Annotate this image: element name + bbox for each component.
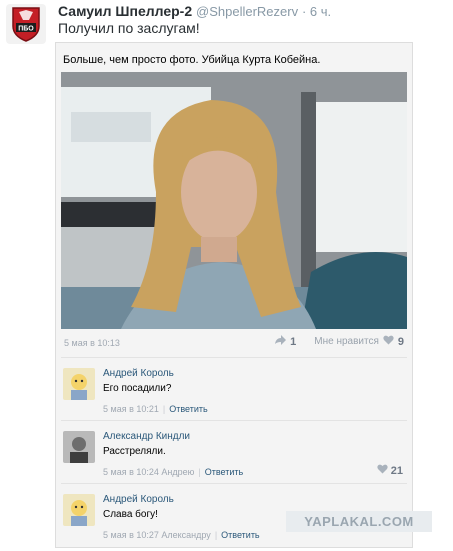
avatar[interactable] xyxy=(63,494,95,526)
comment-text: Слава богу! xyxy=(103,509,158,520)
comment-footer: 5 мая в 10:27 Александру | Ответить xyxy=(103,530,260,540)
divider xyxy=(61,357,407,358)
vk-post-card: Больше, чем просто фото. Убийца Курта Ко… xyxy=(55,42,413,548)
post-text: Больше, чем просто фото. Убийца Курта Ко… xyxy=(63,54,321,66)
heart-icon xyxy=(377,464,388,477)
author-handle[interactable]: @ShpellerRezerv xyxy=(196,4,298,19)
comment-date[interactable]: 5 мая в 10:27 Александру xyxy=(103,530,211,540)
comment-text: Его посадили? xyxy=(103,383,172,394)
like-label[interactable]: Мне нравится xyxy=(314,336,379,347)
tweet-time[interactable]: · 6 ч. xyxy=(302,4,331,19)
reply-link[interactable]: Ответить xyxy=(205,467,243,477)
comment-like-count: 21 xyxy=(390,464,403,477)
divider xyxy=(61,420,407,421)
tweet-header: Самуил Шпеллер-2 @ShpellerRezerv · 6 ч. xyxy=(58,3,331,19)
comment-like[interactable]: 21 xyxy=(377,464,403,477)
post-date[interactable]: 5 мая в 10:13 xyxy=(64,338,120,348)
comment-footer: 5 мая в 10:21 | Ответить xyxy=(103,404,208,414)
avatar[interactable] xyxy=(63,368,95,400)
comment-text: Расстреляли. xyxy=(103,446,166,457)
repost-count: 1 xyxy=(290,335,297,348)
avatar[interactable]: ПБО xyxy=(6,4,46,44)
divider xyxy=(61,483,407,484)
comment-footer: 5 мая в 10:24 Андрею | Ответить xyxy=(103,467,244,477)
reply-link[interactable]: Ответить xyxy=(169,404,207,414)
comment-date[interactable]: 5 мая в 10:24 Андрею xyxy=(103,467,194,477)
comment-date[interactable]: 5 мая в 10:21 xyxy=(103,404,159,414)
comment-author[interactable]: Александр Киндли xyxy=(103,431,190,442)
shield-logo-icon: ПБО xyxy=(12,7,40,42)
comment-author[interactable]: Андрей Король xyxy=(103,494,174,505)
author-name[interactable]: Самуил Шпеллер-2 xyxy=(58,3,192,19)
post-photo[interactable] xyxy=(61,72,407,329)
watermark: YAPLAKAL.COM xyxy=(286,511,432,532)
like-count: 9 xyxy=(397,335,404,348)
reply-link[interactable]: Ответить xyxy=(221,530,259,540)
comment-author[interactable]: Андрей Король xyxy=(103,368,174,379)
photo-illustration xyxy=(61,72,407,329)
svg-text:ПБО: ПБО xyxy=(18,26,34,33)
avatar[interactable] xyxy=(63,431,95,463)
post-stats: 1 Мне нравится 9 xyxy=(274,335,404,348)
tweet-text: Получил по заслугам! xyxy=(58,20,200,36)
heart-icon[interactable] xyxy=(383,335,394,348)
share-icon[interactable] xyxy=(274,335,287,348)
